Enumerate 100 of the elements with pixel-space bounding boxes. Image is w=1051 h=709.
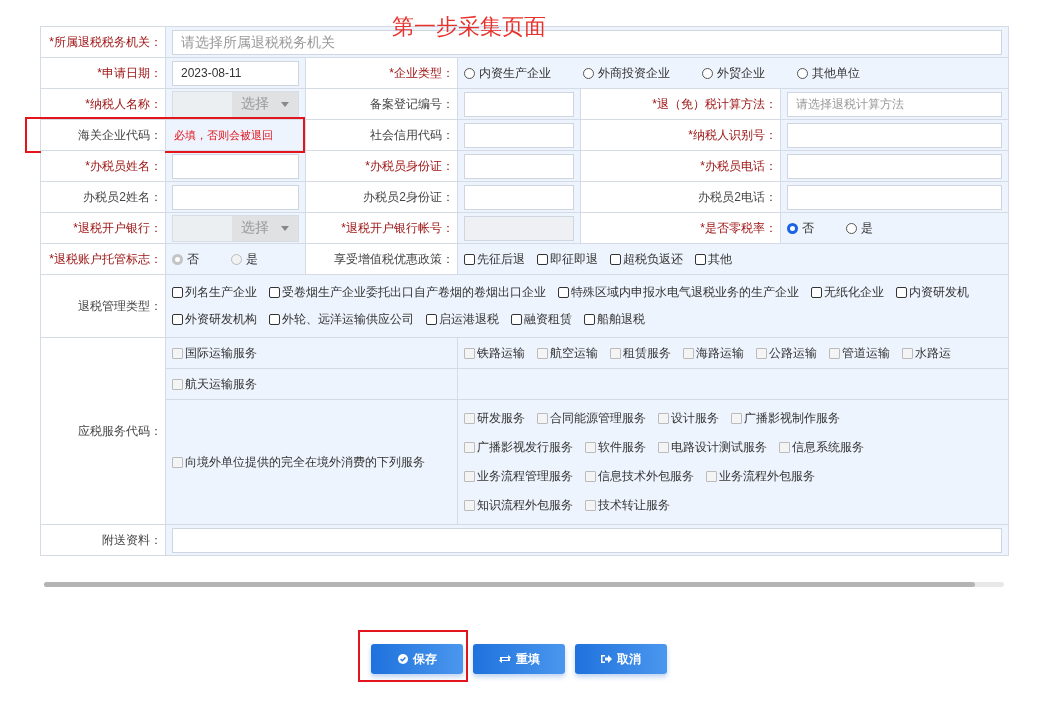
option-label: 技术转让服务: [598, 498, 670, 513]
option-label: 无纸化企业: [824, 284, 884, 301]
input-field[interactable]: [172, 153, 299, 179]
option-label: 是: [246, 250, 258, 268]
option-label: 启运港退税: [439, 311, 499, 328]
option-label: 超税负返还: [623, 250, 683, 268]
option-label: 受卷烟生产企业委托出口自产卷烟的卷烟出口企业: [282, 284, 546, 301]
field-label: 备案登记编号：: [370, 96, 454, 111]
option-label: 知识流程外包服务: [477, 498, 573, 513]
radio-button[interactable]: [846, 222, 857, 234]
field-label: *企业类型：: [389, 65, 454, 80]
radio-button[interactable]: [702, 67, 713, 79]
caret-icon: [281, 225, 289, 231]
field-label: *退税账户托管标志：: [49, 251, 162, 266]
field-label: 退税管理类型：: [78, 298, 162, 313]
action-button[interactable]: 重填: [473, 644, 565, 674]
checkbox[interactable]: [558, 287, 569, 298]
option-label: 合同能源管理服务: [550, 411, 646, 426]
option-label: 管道运输: [842, 345, 890, 361]
option-label: 信息系统服务: [792, 440, 864, 455]
field-label: 应税服务代码：: [78, 423, 162, 438]
radio-button[interactable]: [787, 222, 798, 234]
checkbox[interactable]: [896, 287, 907, 298]
option-label: 外商投资企业: [598, 64, 670, 82]
field-label: *办税员电话：: [700, 158, 777, 173]
option-label: 否: [802, 219, 814, 237]
input-field[interactable]: [464, 153, 574, 179]
field-label: *退税开户银行：: [73, 220, 162, 235]
option-label: 外轮、远洋运输供应公司: [282, 311, 414, 328]
input-field[interactable]: 2023-08-11: [172, 60, 299, 86]
option-label: 即征即退: [550, 250, 598, 268]
checkbox[interactable]: [811, 287, 822, 298]
option-label: 软件服务: [598, 440, 646, 455]
field-label: 社会信用代码：: [370, 127, 454, 142]
option-label: 其他: [708, 250, 732, 268]
checkbox[interactable]: [269, 314, 280, 325]
field-label: 办税员2电话：: [698, 189, 777, 204]
option-label: 外资研发机构: [185, 311, 257, 328]
field-label: 办税员2姓名：: [83, 189, 162, 204]
checkbox[interactable]: [464, 253, 475, 265]
input-field[interactable]: [464, 91, 574, 117]
checkbox[interactable]: [172, 314, 183, 325]
field-label: *是否零税率：: [700, 220, 777, 235]
field-label: *办税员姓名：: [85, 158, 162, 173]
option-label: 公路运输: [769, 345, 817, 361]
field-label: *纳税人名称：: [85, 96, 162, 111]
radio-button[interactable]: [464, 67, 475, 79]
field-label: 海关企业代码：: [78, 127, 162, 142]
checkbox[interactable]: [584, 314, 595, 325]
horizontal-scrollbar[interactable]: [44, 582, 1004, 587]
option-label: 特殊区域内申报水电气退税业务的生产企业: [571, 284, 799, 301]
input-field[interactable]: [787, 153, 1003, 179]
input-field[interactable]: [172, 184, 299, 210]
radio-button[interactable]: [583, 67, 594, 79]
input-field[interactable]: [787, 122, 1003, 148]
field-label: 办税员2身份证：: [363, 189, 454, 204]
option-label: 列名生产企业: [185, 284, 257, 301]
checkbox[interactable]: [426, 314, 437, 325]
action-button[interactable]: 保存: [371, 644, 463, 674]
option-label: 航空运输: [550, 345, 598, 361]
option-label: 否: [187, 250, 199, 268]
option-label: 融资租赁: [524, 311, 572, 328]
input-field[interactable]: 请选择退税计算方法: [787, 91, 1003, 117]
option-label: 先征后退: [477, 250, 525, 268]
checkbox[interactable]: [269, 287, 280, 298]
option-label: 国际运输服务: [185, 345, 257, 361]
option-label: 广播影视制作服务: [744, 411, 840, 426]
option-label: 电路设计测试服务: [671, 440, 767, 455]
action-button[interactable]: 取消: [575, 644, 667, 674]
option-label: 是: [861, 219, 873, 237]
option-label: 设计服务: [671, 411, 719, 426]
checkbox[interactable]: [610, 253, 621, 265]
option-label: 租赁服务: [623, 345, 671, 361]
checkbox[interactable]: [695, 253, 706, 265]
option-label: 船舶退税: [597, 311, 645, 328]
check-circle-icon: [397, 654, 408, 664]
exit-icon: [601, 654, 612, 664]
option-label: 海路运输: [696, 345, 744, 361]
radio-button[interactable]: [797, 67, 808, 79]
checkbox[interactable]: [537, 253, 548, 265]
input-field[interactable]: [787, 184, 1003, 210]
option-label: 内资生产企业: [479, 64, 551, 82]
option-label: 研发服务: [477, 411, 525, 426]
caret-icon: [281, 101, 289, 107]
option-label: 向境外单位提供的完全在境外消费的下列服务: [185, 454, 425, 470]
option-label: 水路运: [915, 345, 951, 361]
checkbox[interactable]: [172, 287, 183, 298]
option-label: 业务流程外包服务: [719, 469, 815, 484]
option-label: 业务流程管理服务: [477, 469, 573, 484]
field-label: *退税开户银行帐号：: [341, 220, 454, 235]
field-label: *申请日期：: [97, 65, 162, 80]
checkbox[interactable]: [511, 314, 522, 325]
option-label: 内资研发机: [909, 284, 969, 301]
field-label: *退（免）税计算方法：: [652, 96, 777, 111]
input-field[interactable]: [464, 122, 574, 148]
input-field[interactable]: [172, 527, 1003, 553]
option-label: 铁路运输: [477, 345, 525, 361]
field-label: 附送资料：: [102, 532, 162, 547]
input-field[interactable]: [464, 184, 574, 210]
option-label: 信息技术外包服务: [598, 469, 694, 484]
